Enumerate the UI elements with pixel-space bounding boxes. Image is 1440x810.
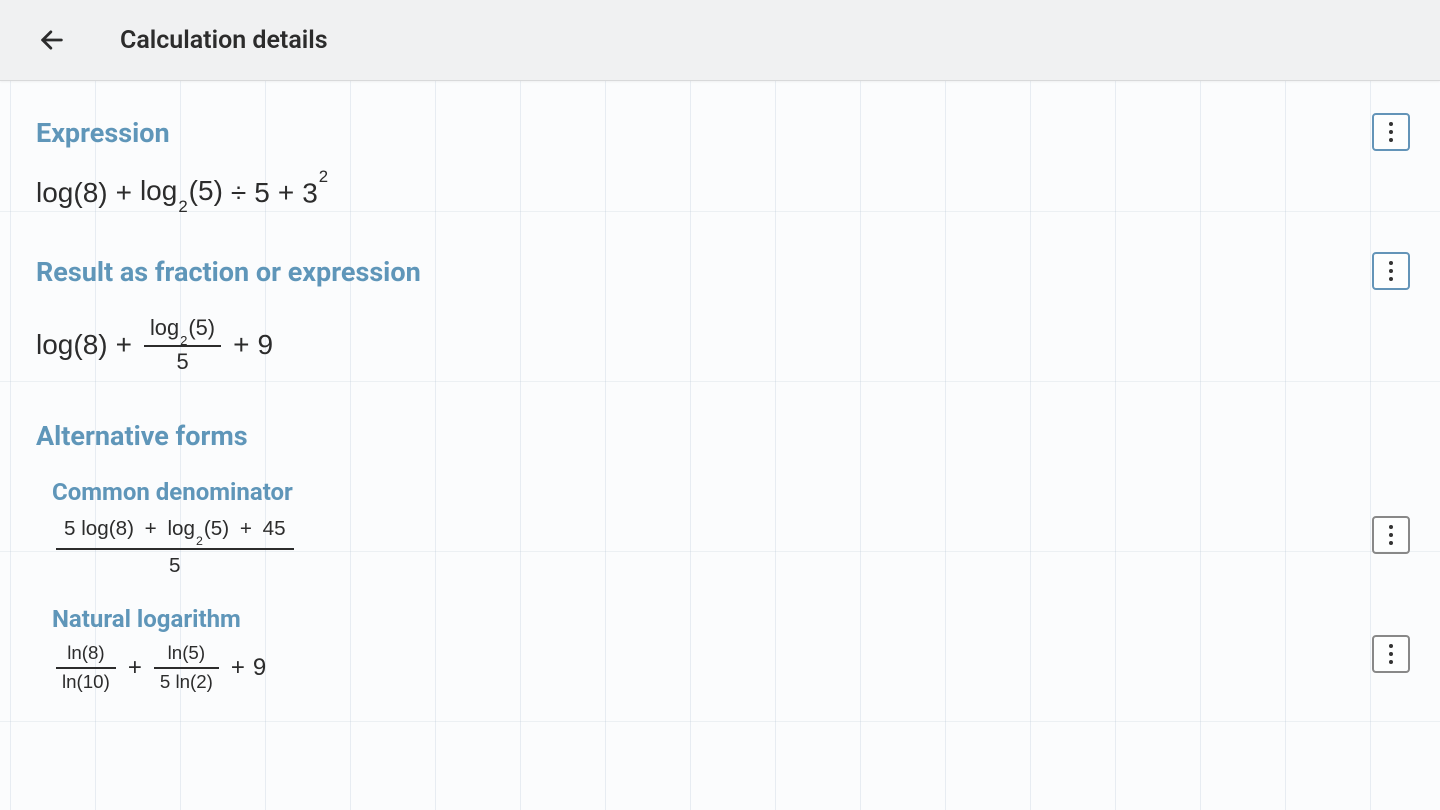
expr-term: 32 — [302, 177, 328, 209]
more-vertical-icon — [1389, 525, 1393, 529]
expr-op: + — [231, 654, 245, 682]
back-button[interactable] — [28, 16, 76, 64]
block-natural-logarithm: Natural logarithm ln(8) ln(10) + ln(5) 5… — [36, 605, 1404, 694]
common-denominator-heading: Common denominator — [52, 478, 1404, 506]
expr-term: log(8) — [36, 329, 108, 361]
content-area: Expression log(8) + log2(5) ÷ 5 + 32 Res… — [0, 81, 1440, 810]
expression-heading: Expression — [36, 117, 1404, 149]
more-menu-expression[interactable] — [1372, 113, 1410, 151]
natural-logarithm-formula: ln(8) ln(10) + ln(5) 5 ln(2) + 9 — [52, 641, 1404, 694]
section-alternative: Alternative forms Common denominator 5 l… — [0, 404, 1440, 728]
result-heading: Result as fraction or expression — [36, 256, 1404, 288]
fraction: 5 log(8) + log2(5) + 45 5 — [56, 514, 294, 581]
app-header: Calculation details — [0, 0, 1440, 81]
expr-term: log2(5) — [140, 175, 223, 212]
expr-op: + — [128, 654, 142, 682]
more-vertical-icon — [1389, 644, 1393, 648]
expr-op: + — [116, 177, 132, 209]
expr-term: 9 — [253, 654, 266, 682]
expr-term: 9 — [257, 329, 273, 361]
expr-term: 5 — [254, 177, 270, 209]
expression-formula: log(8) + log2(5) ÷ 5 + 32 — [36, 175, 1404, 212]
more-menu-result[interactable] — [1372, 252, 1410, 290]
expr-op: + — [278, 177, 294, 209]
page-title: Calculation details — [120, 26, 328, 55]
natural-logarithm-heading: Natural logarithm — [52, 605, 1404, 633]
block-common-denominator: Common denominator 5 log(8) + log2(5) + … — [36, 478, 1404, 581]
more-menu-natural-logarithm[interactable] — [1372, 635, 1410, 673]
more-vertical-icon — [1389, 122, 1393, 126]
expr-op: + — [233, 329, 249, 361]
arrow-left-icon — [38, 26, 66, 54]
more-vertical-icon — [1389, 261, 1393, 265]
expr-op: + — [116, 329, 132, 361]
expr-term: log(8) — [36, 177, 108, 209]
section-expression: Expression log(8) + log2(5) ÷ 5 + 32 — [0, 101, 1440, 240]
section-result: Result as fraction or expression log(8) … — [0, 240, 1440, 405]
expr-op: ÷ — [231, 177, 246, 209]
result-formula: log(8) + log2(5) 5 + 9 — [36, 314, 1404, 377]
fraction: log2(5) 5 — [144, 314, 221, 377]
more-menu-common-denominator[interactable] — [1372, 516, 1410, 554]
common-denominator-formula: 5 log(8) + log2(5) + 45 5 — [52, 514, 1404, 581]
fraction: ln(8) ln(10) — [56, 641, 116, 694]
fraction: ln(5) 5 ln(2) — [154, 641, 219, 694]
alternative-heading: Alternative forms — [36, 420, 1404, 452]
